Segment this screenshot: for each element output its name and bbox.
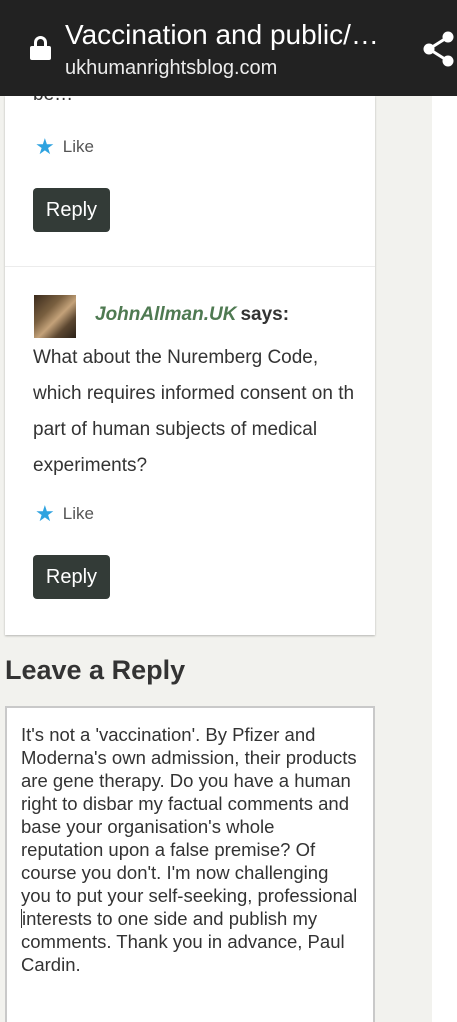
like-label: Like (62, 137, 94, 156)
leave-reply-heading: Leave a Reply (5, 655, 186, 685)
share-icon[interactable] (420, 30, 457, 68)
reply-text-before-caret: It's not a 'vaccination'. By Pfizer and … (21, 724, 363, 906)
comment-text: What about the Nuremberg Code, which req… (33, 347, 355, 476)
star-icon: ★ (35, 501, 55, 526)
reply-textarea[interactable]: It's not a 'vaccination'. By Pfizer and … (5, 706, 375, 1022)
comment-divider (5, 266, 375, 267)
reply-text-after-caret: interests to one side and publish my com… (21, 908, 350, 975)
page-domain[interactable]: ukhumanrightsblog.com (65, 56, 277, 80)
says-label: says: (240, 304, 290, 325)
lock-icon[interactable] (30, 36, 51, 60)
comment-author-line: JohnAllman.UK says: (95, 304, 289, 326)
like-button[interactable]: ★ Like (35, 501, 94, 527)
avatar[interactable] (34, 295, 76, 338)
comments-card: be… ★ Like Reply JohnAllman.UKsays: What… (5, 96, 375, 635)
reply-button[interactable]: Reply (33, 555, 110, 599)
star-icon: ★ (35, 134, 55, 159)
comment-author-link[interactable]: JohnAllman.UK (95, 304, 236, 325)
right-panel (432, 96, 457, 1022)
browser-toolbar: Vaccination and public/… ukhumanrightsbl… (0, 0, 457, 96)
like-label: Like (62, 504, 94, 523)
right-gutter (402, 96, 432, 1022)
page-title[interactable]: Vaccination and public/… (65, 18, 395, 52)
like-button[interactable]: ★ Like (35, 134, 94, 160)
reply-button[interactable]: Reply (33, 188, 110, 232)
previous-comment-text: be… (33, 96, 73, 106)
